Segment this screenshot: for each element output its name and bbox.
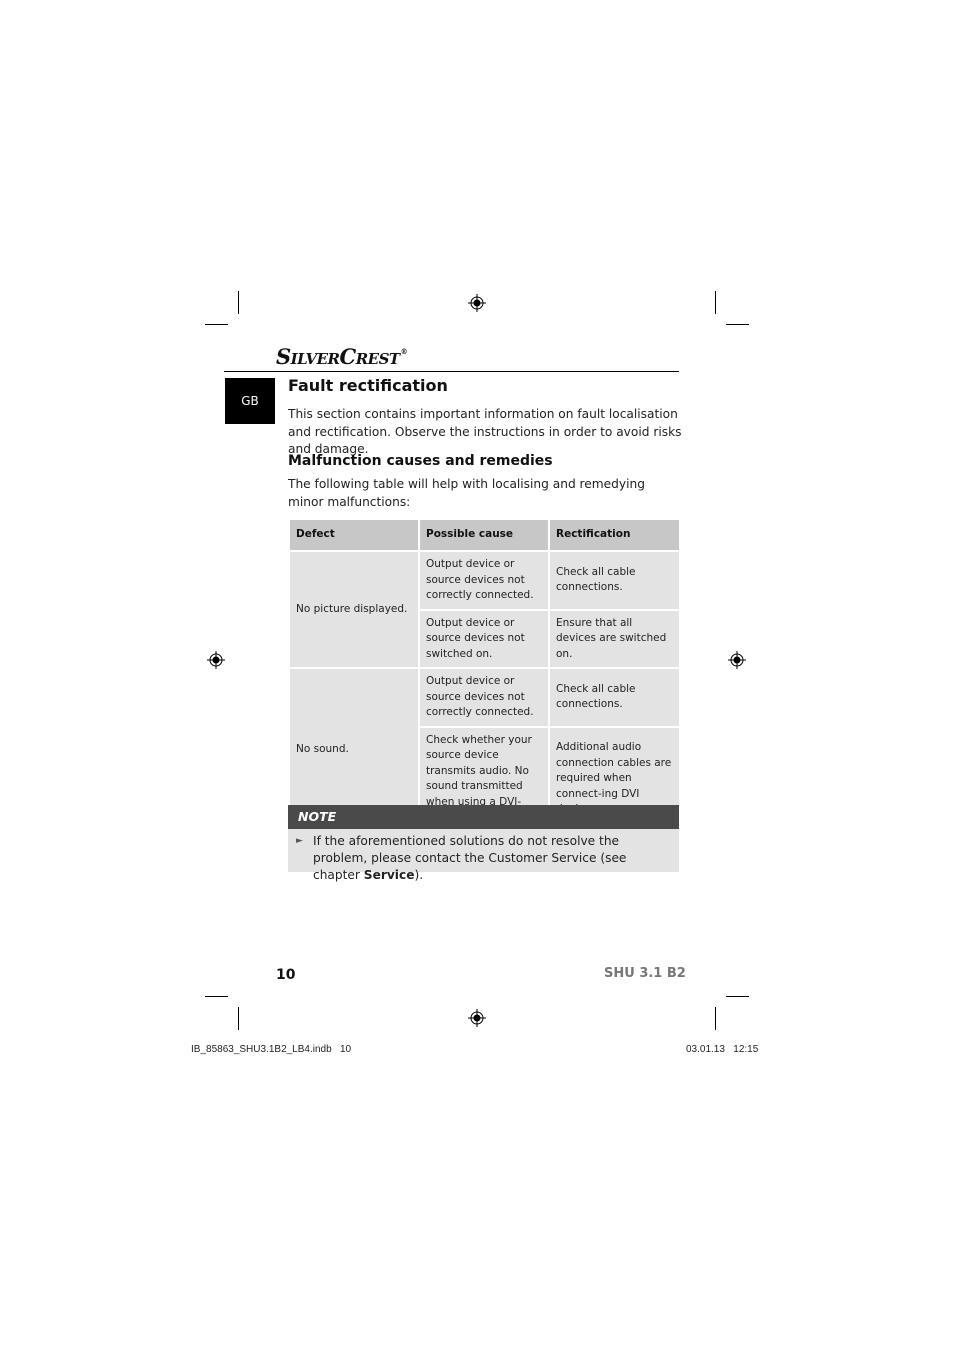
note-text: If the aforementioned solutions do not r… bbox=[313, 834, 627, 882]
registration-mark-icon bbox=[207, 651, 225, 669]
registration-mark-icon bbox=[468, 294, 486, 312]
cause-cell: Output device or source devices not swit… bbox=[418, 608, 550, 669]
column-header-defect: Defect bbox=[288, 518, 420, 552]
page-number: 10 bbox=[276, 967, 296, 983]
crop-mark bbox=[205, 324, 228, 325]
rectification-cell: Check all cable connections. bbox=[548, 550, 681, 611]
crop-mark bbox=[726, 996, 749, 997]
defect-cell: No picture displayed. bbox=[288, 550, 420, 669]
column-header-cause: Possible cause bbox=[418, 518, 550, 552]
subsection-title: Malfunction causes and remedies bbox=[288, 453, 553, 469]
print-file-slug: IB_85863_SHU3.1B2_LB4.indb 10 bbox=[191, 1044, 352, 1055]
crop-mark bbox=[238, 291, 239, 314]
brand-logo: SilverCrest® bbox=[276, 344, 408, 369]
rectification-cell: Ensure that all devices are switched on. bbox=[548, 608, 681, 669]
registration-mark-icon bbox=[468, 1009, 486, 1027]
crop-mark bbox=[715, 1007, 716, 1030]
service-chapter-ref: Service bbox=[363, 868, 415, 882]
note-body: ► If the aforementioned solutions do not… bbox=[288, 829, 679, 882]
column-header-rectification: Rectification bbox=[548, 518, 681, 552]
cause-cell: Output device or source devices not corr… bbox=[418, 667, 550, 728]
registration-mark-icon bbox=[728, 651, 746, 669]
crop-mark bbox=[715, 291, 716, 314]
cause-cell: Output device or source devices not corr… bbox=[418, 550, 550, 611]
header-divider bbox=[224, 371, 679, 372]
bullet-arrow-icon: ► bbox=[296, 836, 303, 846]
table-row: No sound. Output device or source device… bbox=[288, 667, 681, 833]
table-header-row: Defect Possible cause Rectification bbox=[288, 518, 681, 552]
rectification-cell: Check all cable connections. bbox=[548, 667, 681, 728]
model-number: SHU 3.1 B2 bbox=[604, 966, 686, 981]
malfunction-table: Defect Possible cause Rectification No p… bbox=[288, 518, 681, 833]
print-datetime: 03.01.13 12:15 bbox=[686, 1044, 759, 1055]
table-row: No picture displayed. Output device or s… bbox=[288, 550, 681, 669]
section-intro: This section contains important informat… bbox=[288, 407, 682, 456]
crop-mark bbox=[205, 996, 228, 997]
language-tab: GB bbox=[225, 378, 275, 424]
note-header: NOTE bbox=[288, 805, 679, 829]
crop-mark bbox=[238, 1007, 239, 1030]
subsection-intro: The following table will help with local… bbox=[288, 477, 645, 509]
crop-mark bbox=[726, 324, 749, 325]
section-title: Fault rectification bbox=[288, 376, 448, 395]
